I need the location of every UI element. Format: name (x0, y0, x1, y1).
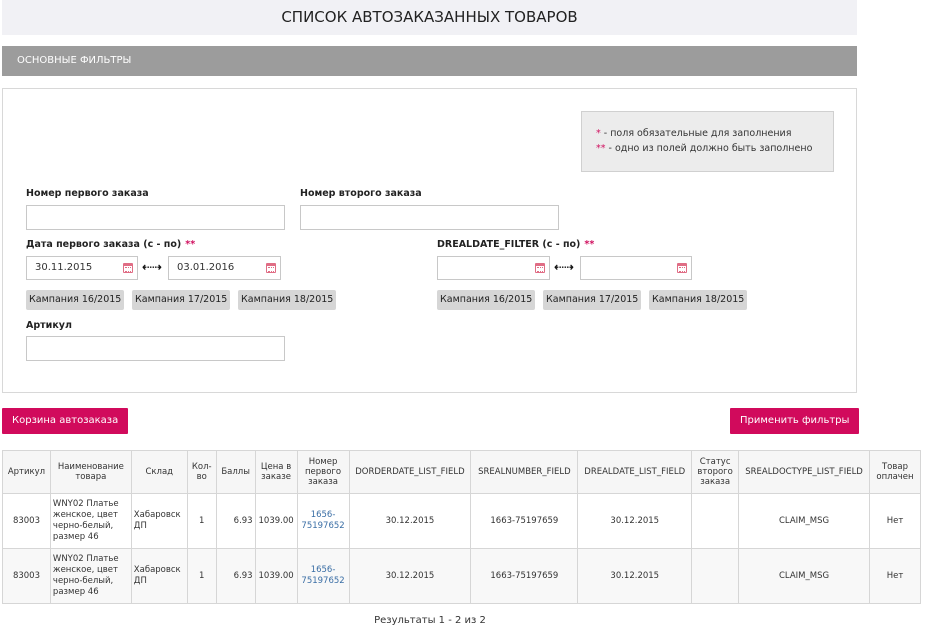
cell-qty: 1 (186, 493, 217, 549)
col-first-order[interactable]: Номер первого заказа (296, 450, 350, 494)
second-order-input[interactable] (300, 205, 559, 230)
cell-price: 1039.00 (254, 493, 298, 549)
table-header-row: Артикул Наименование товара Склад Кол-во… (2, 450, 922, 494)
results-table: Артикул Наименование товара Склад Кол-во… (2, 450, 922, 604)
pagination-summary: Результаты 1 - 2 из 2 (374, 615, 486, 626)
col-article[interactable]: Артикул (2, 450, 51, 494)
filters-panel: * - поля обязательные для заполнения ** … (2, 88, 857, 393)
preset-campaign-left-3[interactable]: Кампания 18/2015 (238, 290, 337, 310)
preset-campaign-right-2[interactable]: Кампания 17/2015 (543, 290, 642, 310)
first-order-input[interactable] (26, 205, 285, 230)
cell-paid: Нет (868, 493, 922, 549)
table-row: 83003 WNY02 Платье женское, цвет черно-б… (2, 493, 922, 549)
first-date-required-mark: ** (185, 239, 196, 250)
second-date-label: DREALDATE_FILTER (с - по) ** (437, 239, 594, 250)
cell-realdate: 30.12.2015 (577, 548, 693, 604)
page-title: СПИСОК АВТОЗАКАЗАННЫХ ТОВАРОВ (2, 0, 857, 35)
first-date-label-text: Дата первого заказа (с - по) (26, 239, 182, 250)
preset-campaign-left-2[interactable]: Кампания 17/2015 (132, 290, 231, 310)
col-second-status[interactable]: Статус второго заказа (691, 450, 740, 494)
cell-first-order: 1656-75197652 (296, 493, 350, 549)
first-date-to-value: 03.01.2016 (177, 262, 235, 273)
col-points[interactable]: Баллы (215, 450, 256, 494)
first-date-to-input[interactable]: 03.01.2016 (168, 256, 281, 280)
cell-doctype: CLAIM_MSG (738, 493, 870, 549)
calendar-icon[interactable] (677, 263, 687, 273)
legend-star-double: ** (596, 143, 606, 154)
preset-campaign-right-1[interactable]: Кампания 16/2015 (437, 290, 536, 310)
cell-paid: Нет (868, 548, 922, 604)
first-order-label: Номер первого заказа (26, 188, 149, 199)
cell-realnumber: 1663-75197659 (470, 493, 579, 549)
second-order-label: Номер второго заказа (300, 188, 422, 199)
col-price[interactable]: Цена в заказе (254, 450, 298, 494)
col-warehouse[interactable]: Склад (130, 450, 188, 494)
article-input[interactable] (26, 336, 285, 361)
second-date-from-input[interactable] (437, 256, 550, 280)
autoorder-cart-button[interactable]: Корзина автозаказа (2, 408, 129, 434)
preset-campaign-left-1[interactable]: Кампания 16/2015 (26, 290, 125, 310)
date-range-arrows-icon: ⇠⇢ (142, 260, 163, 274)
cell-second-status (691, 548, 740, 604)
cell-qty: 1 (186, 548, 217, 604)
first-date-label: Дата первого заказа (с - по) ** (26, 239, 195, 250)
apply-filters-button[interactable]: Применить фильтры (730, 408, 860, 434)
required-legend: * - поля обязательные для заполнения ** … (581, 111, 834, 172)
second-date-label-text: DREALDATE_FILTER (с - по) (437, 239, 581, 250)
cell-warehouse: Хабаровск ДП (130, 493, 188, 549)
col-realnumber[interactable]: SREALNUMBER_FIELD (470, 450, 579, 494)
cell-name: WNY02 Платье женское, цвет черно-белый, … (49, 548, 132, 604)
col-name[interactable]: Наименование товара (49, 450, 132, 494)
cell-warehouse: Хабаровск ДП (130, 548, 188, 604)
second-date-required-mark: ** (584, 239, 595, 250)
first-order-link[interactable]: 1656-75197652 (301, 510, 344, 531)
calendar-icon[interactable] (123, 263, 133, 273)
cell-orderdate: 30.12.2015 (348, 548, 472, 604)
col-orderdate[interactable]: DORDERDATE_LIST_FIELD (348, 450, 472, 494)
cell-points: 6.93 (215, 548, 256, 604)
table-row: 83003 WNY02 Платье женское, цвет черно-б… (2, 548, 922, 604)
col-realdate[interactable]: DREALDATE_LIST_FIELD (577, 450, 693, 494)
cell-orderdate: 30.12.2015 (348, 493, 472, 549)
legend-text-required: - поля обязательные для заполнения (600, 128, 792, 139)
filters-header[interactable]: ОСНОВНЫЕ ФИЛЬТРЫ (2, 46, 857, 76)
col-qty[interactable]: Кол-во (186, 450, 217, 494)
first-date-from-value: 30.11.2015 (35, 262, 93, 273)
col-doctype[interactable]: SREALDOCTYPE_LIST_FIELD (738, 450, 870, 494)
col-paid[interactable]: Товар оплачен (868, 450, 922, 494)
first-order-link[interactable]: 1656-75197652 (301, 565, 344, 586)
cell-second-status (691, 493, 740, 549)
cell-realdate: 30.12.2015 (577, 493, 693, 549)
cell-doctype: CLAIM_MSG (738, 548, 870, 604)
calendar-icon[interactable] (535, 263, 545, 273)
cell-article: 83003 (2, 548, 51, 604)
first-date-from-input[interactable]: 30.11.2015 (26, 256, 138, 280)
cell-article: 83003 (2, 493, 51, 549)
second-date-to-input[interactable] (580, 256, 692, 280)
preset-campaign-right-3[interactable]: Кампания 18/2015 (649, 290, 748, 310)
date-range-arrows-icon: ⇠⇢ (554, 260, 575, 274)
article-label: Артикул (26, 320, 72, 331)
cell-first-order: 1656-75197652 (296, 548, 350, 604)
cell-realnumber: 1663-75197659 (470, 548, 579, 604)
cell-points: 6.93 (215, 493, 256, 549)
calendar-icon[interactable] (266, 263, 276, 273)
cell-name: WNY02 Платье женское, цвет черно-белый, … (49, 493, 132, 549)
legend-text-one-of: - одно из полей должно быть заполнено (605, 143, 813, 154)
cell-price: 1039.00 (254, 548, 298, 604)
